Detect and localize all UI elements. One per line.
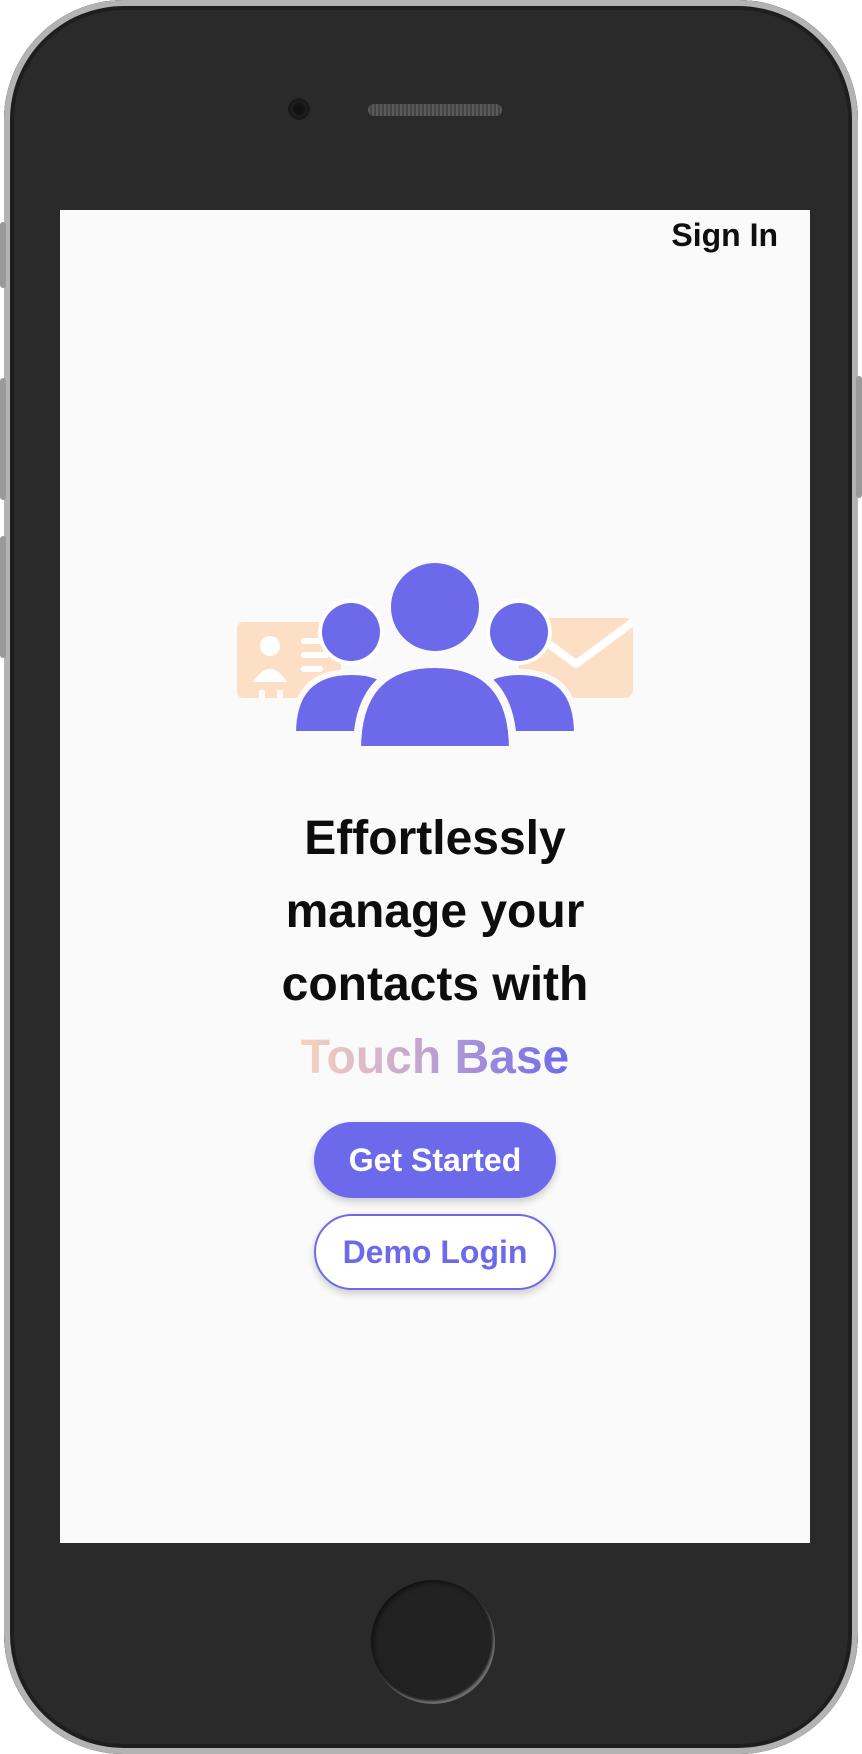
volume-up-button <box>0 378 6 500</box>
brand-name: Touch Base <box>300 1031 570 1084</box>
mute-switch <box>0 222 6 288</box>
headline-line-3: contacts with <box>281 958 589 1011</box>
headline-line-1: Effortlessly <box>304 812 566 865</box>
headline-line-2: manage your <box>285 885 585 938</box>
volume-down-button <box>0 536 6 658</box>
power-button <box>856 376 862 498</box>
get-started-button[interactable]: Get Started <box>314 1122 556 1198</box>
phone-frame: Sign In Effortlessly manage your contact… <box>0 0 862 1754</box>
earpiece-speaker <box>368 104 502 116</box>
sign-in-link[interactable]: Sign In <box>671 217 778 254</box>
contacts-group-icon <box>289 559 581 754</box>
home-button <box>371 1580 495 1704</box>
demo-login-button[interactable]: Demo Login <box>314 1214 556 1290</box>
front-camera <box>291 101 307 117</box>
hero-illustration <box>237 559 636 754</box>
headline: Effortlessly manage your contacts with T… <box>60 802 810 1094</box>
app-screen: Sign In Effortlessly manage your contact… <box>60 210 810 1543</box>
